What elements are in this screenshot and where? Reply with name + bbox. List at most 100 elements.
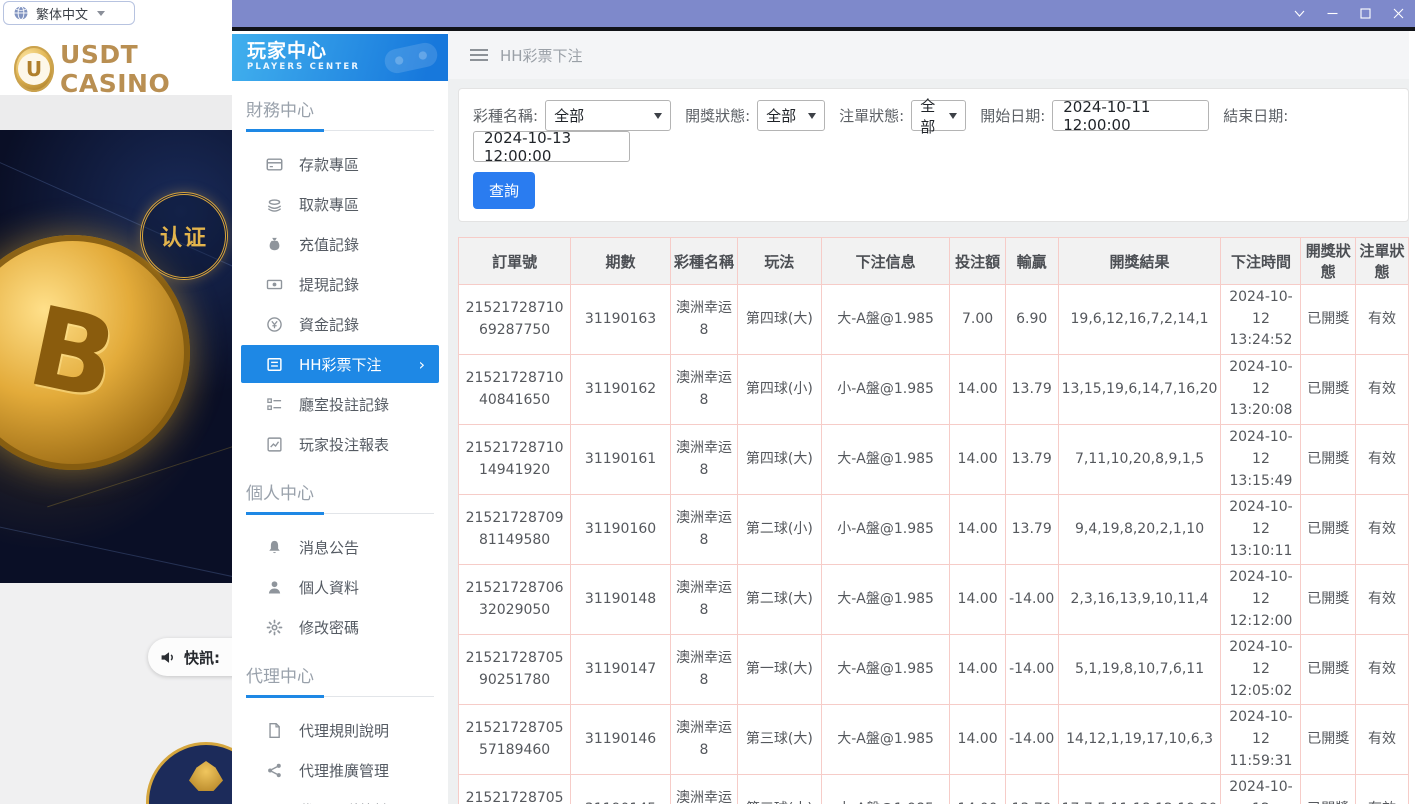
- emblem-glyph: [189, 761, 223, 791]
- sidebar-item-label: 修改密碼: [299, 617, 359, 638]
- table-cell: 5,1,19,8,10,7,6,11: [1058, 635, 1221, 705]
- table-cell: 7,11,10,20,8,9,1,5: [1058, 425, 1221, 495]
- table-cell: 2152172870527960190: [459, 775, 571, 804]
- table-cell: 第二球(大): [738, 565, 822, 635]
- sidebar-item[interactable]: 取款專區: [232, 184, 448, 224]
- sidebar-item-label: 取款專區: [299, 194, 359, 215]
- filter-panel: 彩種名稱:全部開獎狀態:全部注單狀態:全部開始日期:2024-10-11 12:…: [458, 88, 1409, 222]
- table-cell: 澳洲幸运8: [670, 425, 737, 495]
- sidebar-item[interactable]: 充值記錄: [232, 224, 448, 264]
- caret-down-icon: [949, 113, 957, 119]
- filter-label: 注單狀態:: [839, 105, 904, 126]
- sidebar-item[interactable]: 代理團隊統計: [232, 790, 448, 804]
- sidebar-item-label: 資金記錄: [299, 314, 359, 335]
- table-cell: 第四球(大): [738, 425, 822, 495]
- sidebar-item[interactable]: 玩家投注報表: [232, 424, 448, 464]
- table-cell: 已開獎: [1301, 285, 1356, 355]
- section-title: 個人中心: [232, 464, 448, 504]
- table-cell: 第三球(大): [738, 705, 822, 775]
- bitcoin-symbol: B: [18, 281, 127, 424]
- table-cell: 澳洲幸运8: [670, 285, 737, 355]
- table-cell: 有效: [1356, 285, 1409, 355]
- chevron-down-icon[interactable]: [1293, 7, 1306, 20]
- table-cell: 小-A盤@1.985: [821, 775, 950, 804]
- sidebar-item-label: 提現記錄: [299, 274, 359, 295]
- draw-status-select[interactable]: 全部: [757, 100, 825, 131]
- table-cell: 2024-10-12 11:59:31: [1221, 705, 1301, 775]
- table-cell: 14.00: [950, 425, 1005, 495]
- table-cell: 13.79: [1005, 775, 1058, 804]
- table-cell: 2152172870981149580: [459, 495, 571, 565]
- table-cell: 第四球(大): [738, 285, 822, 355]
- table-cell: 31190145: [571, 775, 671, 804]
- table-cell: 有效: [1356, 565, 1409, 635]
- sidebar-item-label: 玩家投注報表: [299, 434, 389, 455]
- withdraw-icon: [266, 196, 283, 213]
- table-cell: 2024-10-12 13:15:49: [1221, 425, 1301, 495]
- sidebar-item[interactable]: 廳室投註記錄: [232, 384, 448, 424]
- language-selector[interactable]: 繁体中文: [3, 1, 135, 25]
- start-date-input[interactable]: 2024-10-11 12:00:00: [1052, 100, 1209, 131]
- sidebar-item-label: 代理團隊統計: [299, 800, 389, 804]
- left-panel: B 认证 快訊: 繁体中文 U USDT CASINO: [0, 0, 232, 804]
- sidebar-item[interactable]: 消息公告: [232, 527, 448, 567]
- order-status-select[interactable]: 全部: [911, 100, 966, 131]
- certified-badge: 认证: [140, 192, 228, 280]
- table-cell: 2152172870590251780: [459, 635, 571, 705]
- table-cell: 有效: [1356, 775, 1409, 804]
- end-date-input[interactable]: 2024-10-13 12:00:00: [473, 131, 630, 162]
- sidebar-item[interactable]: HH彩票下注›: [241, 345, 439, 383]
- news-ticker[interactable]: 快訊:: [148, 638, 232, 676]
- table-cell: 31190147: [571, 635, 671, 705]
- table-cell: 已開獎: [1301, 565, 1356, 635]
- chevron-right-icon: ›: [419, 355, 425, 374]
- column-header: 訂單號: [459, 238, 571, 285]
- table-cell: 2024-10-12 13:24:52: [1221, 285, 1301, 355]
- main-content: HH彩票下注 彩種名稱:全部開獎狀態:全部注單狀態:全部開始日期:2024-10…: [448, 31, 1415, 804]
- doc-icon: [266, 722, 283, 739]
- table-cell: 7.00: [950, 285, 1005, 355]
- table-cell: 有效: [1356, 425, 1409, 495]
- brand-logo: U USDT CASINO: [14, 40, 232, 98]
- sidebar-item[interactable]: 個人資料: [232, 567, 448, 607]
- search-button[interactable]: 查詢: [473, 172, 535, 209]
- table-cell: 澳洲幸运8: [670, 565, 737, 635]
- sidebar-item[interactable]: 代理規則說明: [232, 710, 448, 750]
- table-cell: 13.79: [1005, 495, 1058, 565]
- sidebar-item[interactable]: 修改密碼: [232, 607, 448, 647]
- sidebar-item[interactable]: 代理推廣管理: [232, 750, 448, 790]
- sidebar: 玩家中心 PLAYERS CENTER 財務中心存款專區取款專區充值記錄提現記錄…: [232, 31, 448, 804]
- speaker-icon: [160, 649, 177, 666]
- player-report-icon: [266, 436, 283, 453]
- hamburger-icon[interactable]: [470, 54, 488, 56]
- column-header: 下注時間: [1221, 238, 1301, 285]
- column-header: 下注信息: [821, 238, 950, 285]
- lottery-name-select[interactable]: 全部: [545, 100, 671, 131]
- table-cell: 已開獎: [1301, 635, 1356, 705]
- sidebar-item[interactable]: 存款專區: [232, 144, 448, 184]
- table-cell: 已開獎: [1301, 775, 1356, 804]
- table-cell: 2024-10-12 12:12:00: [1221, 565, 1301, 635]
- logo-text: USDT CASINO: [60, 40, 232, 98]
- bitcoin-art-banner: B 认证: [0, 130, 232, 583]
- user-icon: [266, 579, 283, 596]
- sidebar-item[interactable]: 提現記錄: [232, 264, 448, 304]
- table-row: 215217287106928775031190163澳洲幸运8第四球(大)大-…: [459, 285, 1409, 355]
- table-cell: 31190162: [571, 355, 671, 425]
- table-cell: 2024-10-12 12:05:02: [1221, 635, 1301, 705]
- table-cell: 澳洲幸运8: [670, 775, 737, 804]
- sidebar-item-label: 存款專區: [299, 154, 359, 175]
- minimize-icon[interactable]: [1326, 7, 1339, 20]
- table-cell: 2024-10-12 11:54:39: [1221, 775, 1301, 804]
- selected-value: 全部: [920, 95, 941, 137]
- left-bottom-band: 快訊:: [0, 583, 232, 804]
- scrollbar[interactable]: [1409, 31, 1415, 804]
- column-header: 開獎結果: [1058, 238, 1221, 285]
- maximize-icon[interactable]: [1359, 7, 1372, 20]
- globe-icon: [13, 5, 29, 21]
- close-icon[interactable]: [1392, 7, 1405, 20]
- filter-label: 結束日期:: [1223, 105, 1288, 126]
- recharge-record-icon: [266, 236, 283, 253]
- sidebar-item[interactable]: 資金記錄: [232, 304, 448, 344]
- withdraw-record-icon: [266, 276, 283, 293]
